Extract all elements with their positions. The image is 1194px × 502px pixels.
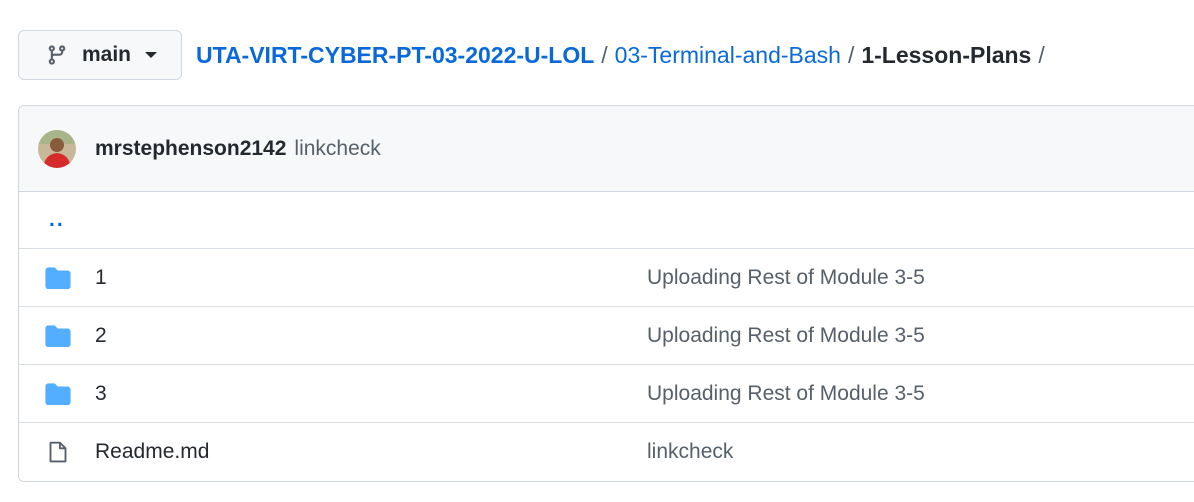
folder-icon (45, 323, 71, 349)
file-name-link[interactable]: 2 (95, 324, 107, 348)
latest-commit-header: mrstephenson2142 linkcheck (19, 106, 1194, 192)
file-browser: mrstephenson2142 linkcheck .. 1 Uploadin… (18, 105, 1194, 482)
breadcrumb-separator: / (1038, 41, 1045, 68)
file-commit-message-link[interactable]: Uploading Rest of Module 3-5 (647, 382, 925, 406)
file-row[interactable]: 3 Uploading Rest of Module 3-5 (19, 364, 1194, 422)
folder-icon (45, 381, 71, 407)
file-icon (45, 439, 71, 465)
file-commit-message-link[interactable]: Uploading Rest of Module 3-5 (647, 266, 925, 290)
file-commit-message-link[interactable]: Uploading Rest of Module 3-5 (647, 324, 925, 348)
file-name-link[interactable]: 1 (95, 266, 107, 290)
breadcrumb-folder-link[interactable]: 03-Terminal-and-Bash (615, 42, 841, 69)
git-branch-icon (46, 44, 68, 66)
commit-author-link[interactable]: mrstephenson2142 (95, 137, 286, 161)
parent-directory-row[interactable]: .. (19, 192, 1194, 248)
repo-navigation-bar: main UTA-VIRT-CYBER-PT-03-2022-U-LOL / 0… (18, 30, 1052, 80)
breadcrumb-separator: / (847, 41, 855, 68)
file-name-link[interactable]: 3 (95, 382, 107, 406)
breadcrumb: UTA-VIRT-CYBER-PT-03-2022-U-LOL / 03-Ter… (196, 42, 1052, 69)
breadcrumb-repo-link[interactable]: UTA-VIRT-CYBER-PT-03-2022-U-LOL (196, 42, 594, 69)
folder-icon (45, 265, 71, 291)
file-commit-message-link[interactable]: linkcheck (647, 440, 733, 464)
parent-directory-link[interactable]: .. (49, 208, 65, 232)
file-row[interactable]: 2 Uploading Rest of Module 3-5 (19, 306, 1194, 364)
file-row[interactable]: 1 Uploading Rest of Module 3-5 (19, 248, 1194, 306)
branch-name: main (82, 43, 132, 66)
file-row[interactable]: Readme.md linkcheck (19, 422, 1194, 480)
commit-message-link[interactable]: linkcheck (294, 137, 380, 161)
breadcrumb-separator: / (601, 41, 608, 68)
file-name-link[interactable]: Readme.md (95, 440, 209, 464)
branch-select-button[interactable]: main (18, 30, 182, 80)
avatar[interactable] (38, 129, 76, 168)
breadcrumb-current: 1-Lesson-Plans (861, 41, 1032, 68)
caret-down-icon (144, 51, 158, 59)
